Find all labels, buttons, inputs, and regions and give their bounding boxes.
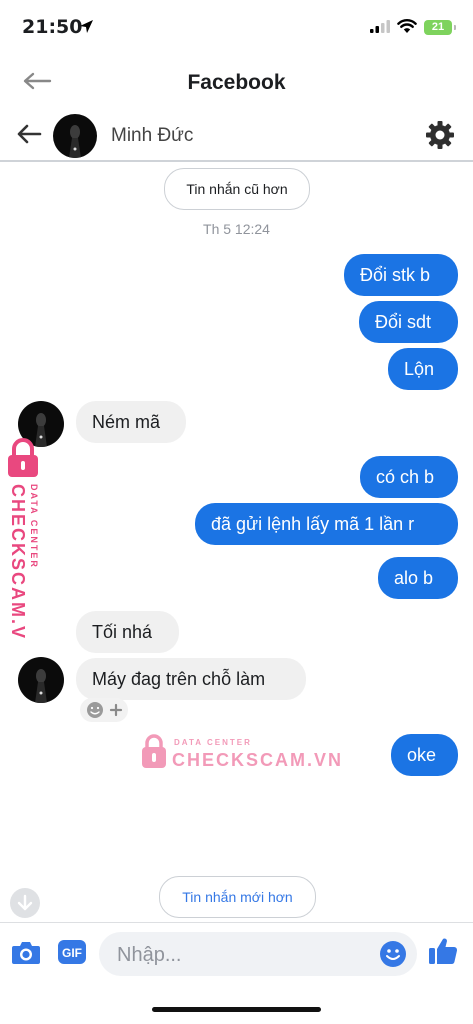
message-bubble-outgoing[interactable]: đã gửi lệnh lấy mã 1 lần r [195, 503, 458, 545]
avatar[interactable] [18, 657, 64, 703]
back-arrow-icon[interactable] [16, 123, 42, 145]
avatar-image [35, 669, 47, 703]
home-indicator [152, 1007, 321, 1012]
watermark-vertical: CHECKSCAM.VN DATA CENTER [4, 438, 50, 655]
watermark-tagline: DATA CENTER [29, 484, 39, 569]
message-input[interactable] [115, 932, 369, 978]
composer-bar: GIF [0, 922, 473, 983]
message-bubble-incoming[interactable]: Tối nhá [76, 611, 179, 653]
message-bubble-incoming[interactable]: Máy đag trên chỗ làm [76, 658, 306, 700]
watermark-tagline: DATA CENTER [174, 738, 252, 747]
watermark-lock-logo [142, 734, 166, 768]
message-bubble-outgoing[interactable]: Lộn [388, 348, 458, 390]
message-bubble-outgoing[interactable]: alo b [378, 557, 458, 599]
camera-icon[interactable] [11, 939, 41, 965]
add-reaction-button[interactable] [80, 698, 128, 727]
newer-messages-button[interactable]: Tin nhắn mới hơn [159, 876, 316, 918]
chat-header: Minh Đức [0, 110, 473, 162]
gear-icon[interactable] [425, 120, 455, 150]
battery-indicator: 21 [424, 20, 456, 35]
watermark-lock-logo: CHECKSCAM.VN DATA CENTER [8, 438, 39, 655]
message-bubble-outgoing[interactable]: có ch b [360, 456, 458, 498]
svg-text:GIF: GIF [62, 946, 82, 960]
browser-bar: Facebook [0, 58, 473, 110]
avatar[interactable] [53, 114, 97, 158]
message-timestamp: Th 5 12:24 [203, 221, 270, 237]
watermark-brand: CHECKSCAM.VN [172, 750, 344, 770]
watermark-brand: CHECKSCAM.VN [8, 484, 28, 638]
location-arrow-icon [80, 20, 93, 33]
wifi-icon [397, 19, 417, 33]
arrow-down-icon [17, 894, 33, 911]
message-bubble-outgoing[interactable]: Đổi stk b [344, 254, 458, 296]
message-bubble-outgoing[interactable]: oke [391, 734, 458, 776]
scroll-down-button[interactable] [10, 888, 40, 918]
add-reaction-icon [80, 698, 128, 722]
avatar-image [69, 125, 81, 158]
page-title: Facebook [187, 71, 286, 94]
older-messages-button[interactable]: Tin nhắn cũ hơn [164, 168, 310, 210]
message-composer[interactable] [99, 932, 417, 978]
status-bar: 21:50 21 [0, 0, 473, 58]
contact-name[interactable]: Minh Đức [111, 125, 193, 147]
message-bubble-outgoing[interactable]: Đổi sdt [359, 301, 458, 343]
message-bubble-incoming[interactable]: Ném mã [76, 401, 186, 443]
thumbs-up-icon[interactable] [428, 936, 458, 966]
gif-icon[interactable]: GIF [57, 939, 87, 965]
emoji-icon[interactable] [379, 940, 407, 968]
status-time: 21:50 [22, 16, 83, 38]
cellular-signal-icon [370, 20, 390, 33]
